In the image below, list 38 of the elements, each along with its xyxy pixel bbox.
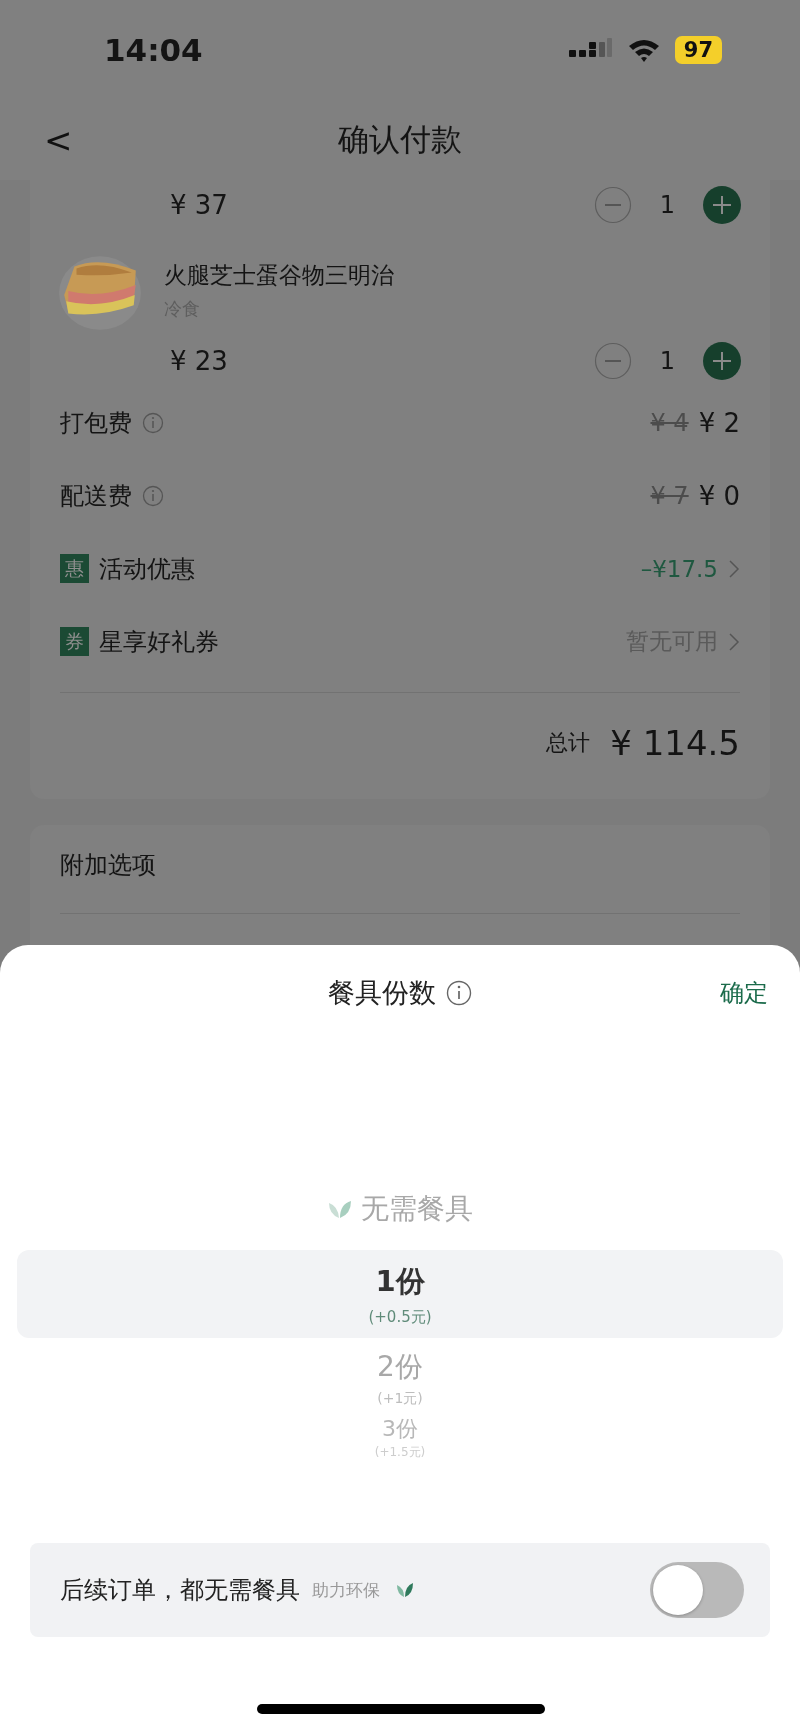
- picker-option[interactable]: 无需餐具: [17, 1190, 783, 1228]
- info-icon[interactable]: [446, 979, 472, 1006]
- fee-label: 配送费: [60, 480, 132, 512]
- fee-label: 星享好礼券: [99, 626, 219, 658]
- sheet-title: 餐具份数: [328, 975, 436, 1010]
- chevron-icon: [728, 558, 740, 579]
- page-title: 确认付款: [338, 120, 462, 159]
- plus-button[interactable]: [703, 186, 741, 224]
- preference-hint: 助力环保: [312, 1578, 380, 1602]
- selected-option[interactable]: 1份 (+0.5元): [17, 1250, 783, 1338]
- row-value[interactable]: –¥17.5: [640, 555, 718, 582]
- status-time: 14:04: [104, 32, 203, 68]
- picker-option[interactable]: 2份 (+1元): [17, 1348, 783, 1408]
- fee-label: 活动优惠: [99, 553, 195, 585]
- toggle-switch[interactable]: [650, 1562, 744, 1618]
- minus-button[interactable]: [593, 186, 632, 224]
- product-name: 火腿芝士蛋谷物三明治: [164, 260, 394, 290]
- total-label: 总计: [546, 729, 591, 757]
- leaf-icon: [327, 1198, 353, 1220]
- confirm-button[interactable]: 确定: [720, 976, 768, 1009]
- section-title: 附加选项: [60, 850, 157, 881]
- tag-badge: 券: [60, 627, 89, 656]
- fee-price: ¥ 2: [698, 407, 740, 438]
- fee-label: 打包费: [60, 407, 132, 439]
- total-amount: ¥ 114.5: [610, 723, 740, 763]
- product-price: ¥ 23: [170, 346, 228, 376]
- fee-price: ¥ 0: [698, 480, 740, 511]
- leaf-icon: [396, 1582, 414, 1598]
- tag-badge: 惠: [60, 554, 89, 583]
- product-price: ¥ 37: [170, 190, 228, 220]
- battery-level: 97: [674, 36, 722, 64]
- minus-button[interactable]: [593, 342, 632, 380]
- quantity: 1: [659, 191, 675, 219]
- preference-label: 后续订单，都无需餐具: [60, 1575, 300, 1606]
- quantity: 1: [659, 347, 675, 375]
- back-button[interactable]: <: [38, 119, 79, 161]
- chevron-icon: [728, 631, 740, 652]
- plus-button[interactable]: [703, 342, 741, 380]
